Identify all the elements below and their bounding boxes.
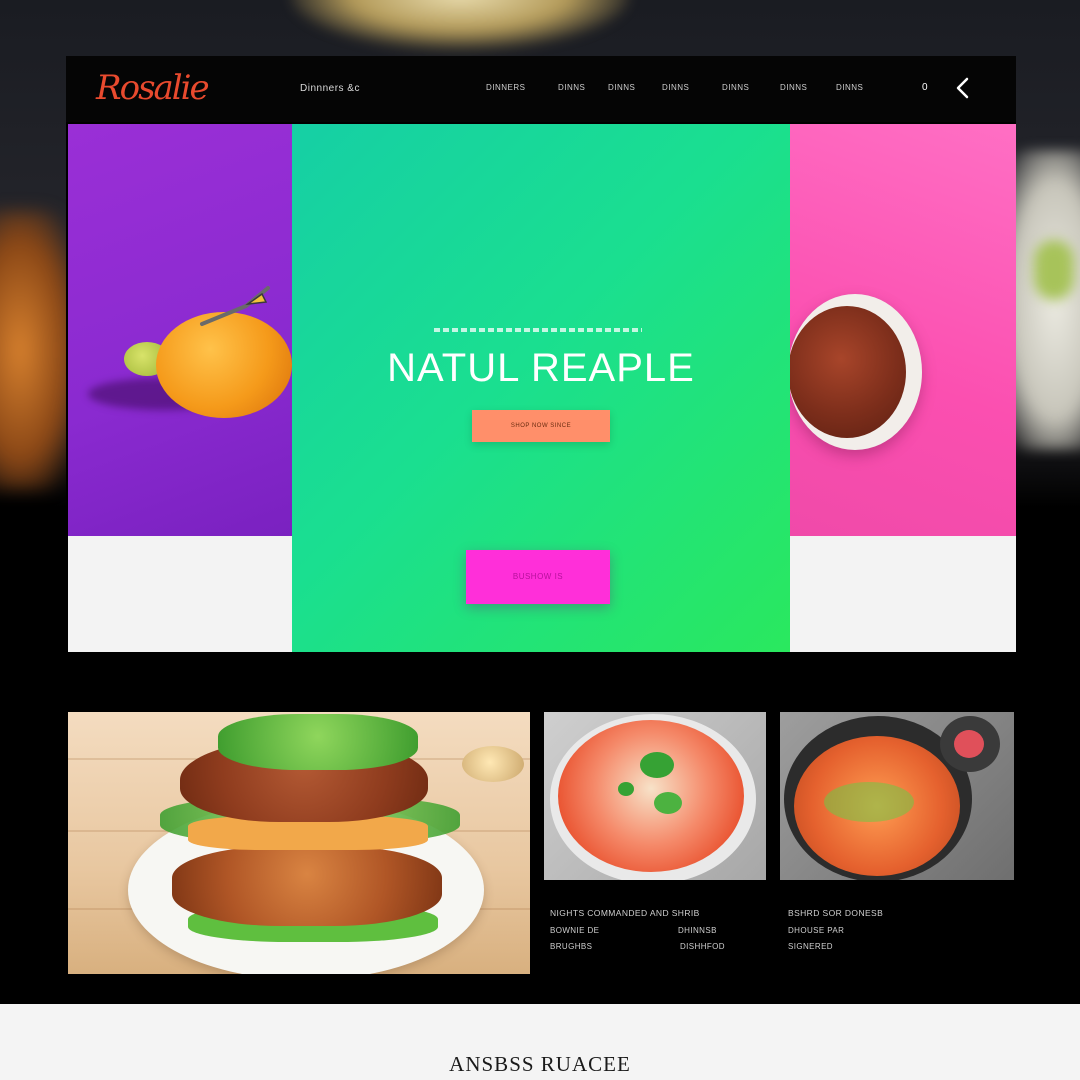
soup-contents xyxy=(558,720,744,872)
nav-item[interactable]: DINNS xyxy=(780,83,807,92)
burger-photo-card[interactable] xyxy=(68,712,530,974)
bowl-caption-meta: BOWNIE DE xyxy=(550,926,600,935)
hero-title: NATUL REAPLE xyxy=(387,346,695,390)
nav-item[interactable]: DINNS xyxy=(558,83,585,92)
footer-title: ANSBSS RUACEE xyxy=(449,1052,631,1076)
soup-bowl-photo-card[interactable] xyxy=(544,712,766,880)
nav-item[interactable]: DINNS xyxy=(722,83,749,92)
top-navigation-bar: Rosalie Dinnners &c DINNERS DINNS DINNS … xyxy=(66,56,1016,122)
cart-count[interactable]: 0 xyxy=(922,82,928,93)
bowl-caption-meta: DISHHFOD xyxy=(680,942,725,951)
herb-garnish xyxy=(824,782,914,822)
blurred-garnish xyxy=(1034,240,1074,300)
ground-spice xyxy=(788,306,906,438)
bowl-caption-meta: BRUGHBS xyxy=(550,942,593,951)
website-mockup: Rosalie Dinnners &c DINNERS DINNS DINNS … xyxy=(66,56,1016,654)
hero-secondary-button[interactable]: BUSHOW IS xyxy=(466,550,610,604)
pan-caption-title: BSHRD SOR DONESB xyxy=(788,908,884,918)
skillet-photo-card[interactable] xyxy=(780,712,1014,880)
herb-garnish xyxy=(640,752,674,778)
chevron-left-icon[interactable] xyxy=(954,77,972,99)
nav-item[interactable]: DINNS xyxy=(836,83,863,92)
lettuce-topping xyxy=(218,714,418,770)
hero-primary-button[interactable]: SHOP NOW SINCE xyxy=(472,410,610,442)
sauce xyxy=(954,730,984,758)
white-panel-left xyxy=(68,536,292,652)
nav-item[interactable]: DINNS xyxy=(608,83,635,92)
bowl-caption-meta: DHINNSB xyxy=(678,926,717,935)
hero-decorative-rule xyxy=(434,328,642,332)
white-panel-right xyxy=(790,536,1016,652)
garnish-nut xyxy=(462,746,524,782)
hero-secondary-button-label: BUSHOW IS xyxy=(512,572,564,581)
pan-caption-meta: SIGNERED xyxy=(788,942,833,951)
burger-patty xyxy=(172,846,442,926)
pan-caption-meta: DHOUSE PAR xyxy=(788,926,845,935)
hero-primary-button-label: SHOP NOW SINCE xyxy=(510,423,572,429)
brand-logo[interactable]: Rosalie xyxy=(96,68,210,108)
nav-item[interactable]: DINNERS xyxy=(486,83,526,92)
peeler-tool-image xyxy=(200,286,270,326)
herb-garnish xyxy=(654,792,682,814)
bowl-caption-title: NIGHTS COMMANDED AND SHRIB xyxy=(550,908,700,918)
brand-tagline: Dinnners &c xyxy=(300,83,360,94)
herb-garnish xyxy=(618,782,634,796)
nav-item[interactable]: DINNS xyxy=(662,83,689,92)
